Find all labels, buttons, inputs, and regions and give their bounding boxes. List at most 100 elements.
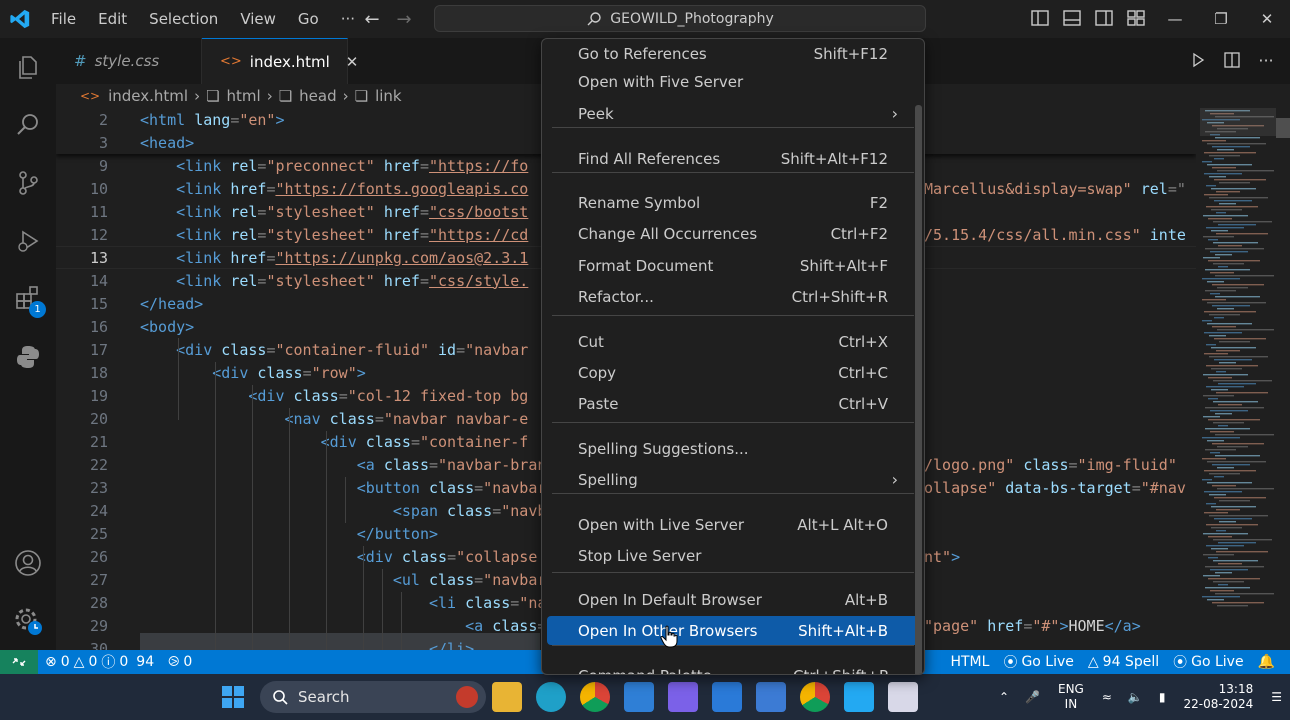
minimap-slider[interactable] [1200,108,1276,136]
language-mode[interactable]: HTML [943,654,996,670]
token: <link [140,156,231,175]
context-menu-item[interactable]: Spelling Suggestions... [547,434,919,463]
problems-indicator[interactable]: ⊗ 0 △ 0 ⓘ 0 94 [38,652,161,672]
context-menu-item[interactable]: Peek › [547,99,919,128]
toggle-primary-sidebar-icon[interactable] [1030,8,1050,28]
breadcrumb-item-html[interactable]: html [227,87,261,105]
close-window-icon[interactable]: ✕ [1244,0,1290,38]
context-menu-item[interactable]: Refactor... Ctrl+Shift+R [547,282,919,311]
vscode-taskbar-icon[interactable] [844,682,874,712]
go-live-button-2[interactable]: ⦿ Go Live [1166,652,1250,672]
mail-icon[interactable] [624,682,654,712]
context-menu-item[interactable]: Open with Five Server [547,67,919,96]
menu-item[interactable]: View [229,10,287,28]
menu-item[interactable]: Edit [87,10,138,28]
python-icon[interactable] [0,328,56,386]
context-menu-item[interactable]: Open with Live Server Alt+L Alt+O [547,510,919,539]
context-menu-scrollbar[interactable] [915,105,922,674]
explorer-icon[interactable] [0,38,56,96]
more-actions-icon[interactable]: ··· [1256,50,1276,70]
minimap-line [1207,281,1224,283]
chevron-up-icon[interactable]: ⌃ [991,690,1017,704]
breadcrumb-item-link[interactable]: link [375,87,402,105]
snipping-tool-icon[interactable] [888,682,918,712]
context-menu-item[interactable]: Spelling › [547,465,919,494]
manage-gear-icon[interactable] [0,592,56,650]
token: > [356,363,366,382]
token: <link [140,248,231,267]
navigation-arrows: ← → [362,0,414,38]
keybinding: Ctrl+Shift+R [791,287,888,306]
copilot-icon[interactable] [668,682,698,712]
remote-indicator-icon[interactable] [0,650,38,674]
chrome-icon[interactable] [580,682,610,712]
restore-icon[interactable]: ❐ [1198,0,1244,38]
windows-start-icon[interactable] [222,686,244,708]
extensions-icon[interactable]: 1 [0,270,56,328]
close-tab-icon[interactable]: ✕ [346,53,359,71]
menu-item[interactable]: File [40,10,87,28]
minimap-line [1202,596,1240,598]
split-editor-icon[interactable] [1222,50,1242,70]
toggle-panel-icon[interactable] [1062,8,1082,28]
context-menu-item[interactable]: Rename Symbol F2 [547,188,919,217]
context-menu-item[interactable]: Command Palette... Ctrl+Shift+P [547,661,919,675]
volume-icon[interactable]: 🔈 [1120,690,1151,704]
dev-app-icon[interactable] [712,682,742,712]
accounts-icon[interactable] [0,534,56,592]
context-menu-item[interactable]: Change All Occurrences Ctrl+F2 [547,219,919,248]
tab-index-html[interactable]: <> index.html ✕ [202,38,358,84]
breadcrumb-item-head[interactable]: head [299,87,336,105]
run-and-debug-icon[interactable] [0,212,56,270]
vertical-scrollbar[interactable] [1276,118,1290,138]
token: <li [140,593,466,612]
toggle-secondary-sidebar-icon[interactable] [1094,8,1114,28]
minimap-line [1206,503,1216,505]
minimap[interactable] [1196,108,1290,650]
ports-indicator[interactable]: ⧁ 0 [161,654,199,670]
search-view-icon[interactable] [0,96,56,154]
line-number: 14 [89,271,108,290]
command-center-search[interactable]: GEOWILD_Photography [434,5,926,32]
context-menu-item[interactable]: Find All References Shift+Alt+F12 [547,144,919,173]
source-control-icon[interactable] [0,154,56,212]
clock[interactable]: 13:18 22-08-2024 [1173,682,1263,712]
back-arrow-icon[interactable]: ← [362,9,382,30]
context-menu-item[interactable]: Paste Ctrl+V [547,389,919,418]
context-menu-item[interactable]: Copy Ctrl+C [547,358,919,387]
run-icon[interactable] [1188,50,1208,70]
context-menu-item[interactable]: Open In Other Browsers Shift+Alt+B [547,616,919,645]
spell-check-indicator[interactable]: △ 94 Spell [1081,654,1166,670]
file-explorer-icon[interactable] [492,682,522,712]
webstorm-icon[interactable] [756,682,786,712]
notifications-bell-icon[interactable]: 🔔 [1251,654,1282,670]
breadcrumb-item-file[interactable]: index.html [108,87,188,105]
chrome-profile-icon[interactable] [800,682,830,712]
notification-center-icon[interactable]: ☰ [1263,690,1290,704]
language-indicator[interactable]: ENG IN [1048,682,1094,712]
context-menu-item[interactable]: Open In Default Browser Alt+B [547,585,919,614]
go-live-button-1[interactable]: ⦿ Go Live [996,652,1080,672]
taskbar-search-box[interactable]: Search [260,681,486,713]
minimap-line [1206,185,1216,187]
code-text: <div class="container-fluid" id="navbar [140,341,528,359]
context-menu-item[interactable]: Format Document Shift+Alt+F [547,251,919,280]
battery-icon[interactable]: ▮ [1151,690,1174,704]
customize-layout-icon[interactable] [1126,8,1146,28]
tab-style-css[interactable]: # style.css [56,38,202,84]
minimize-icon[interactable]: — [1152,0,1198,38]
menu-item[interactable]: Go [287,10,330,28]
menu-item[interactable]: Selection [138,10,229,28]
microphone-icon[interactable]: 🎤 [1017,690,1048,704]
edge-icon[interactable] [536,682,566,712]
token: = [474,478,484,497]
context-menu-item[interactable]: Go to References Shift+F12 [547,39,919,68]
wifi-icon[interactable]: ≈ [1094,690,1120,704]
menu-item[interactable]: ··· [330,10,366,28]
minimap-line [1203,554,1234,556]
context-menu-item[interactable]: Cut Ctrl+X [547,327,919,356]
token: <link [140,179,231,198]
context-menu-item[interactable]: Stop Live Server [547,541,919,570]
token: "#" [1032,616,1060,635]
forward-arrow-icon[interactable]: → [394,9,414,30]
